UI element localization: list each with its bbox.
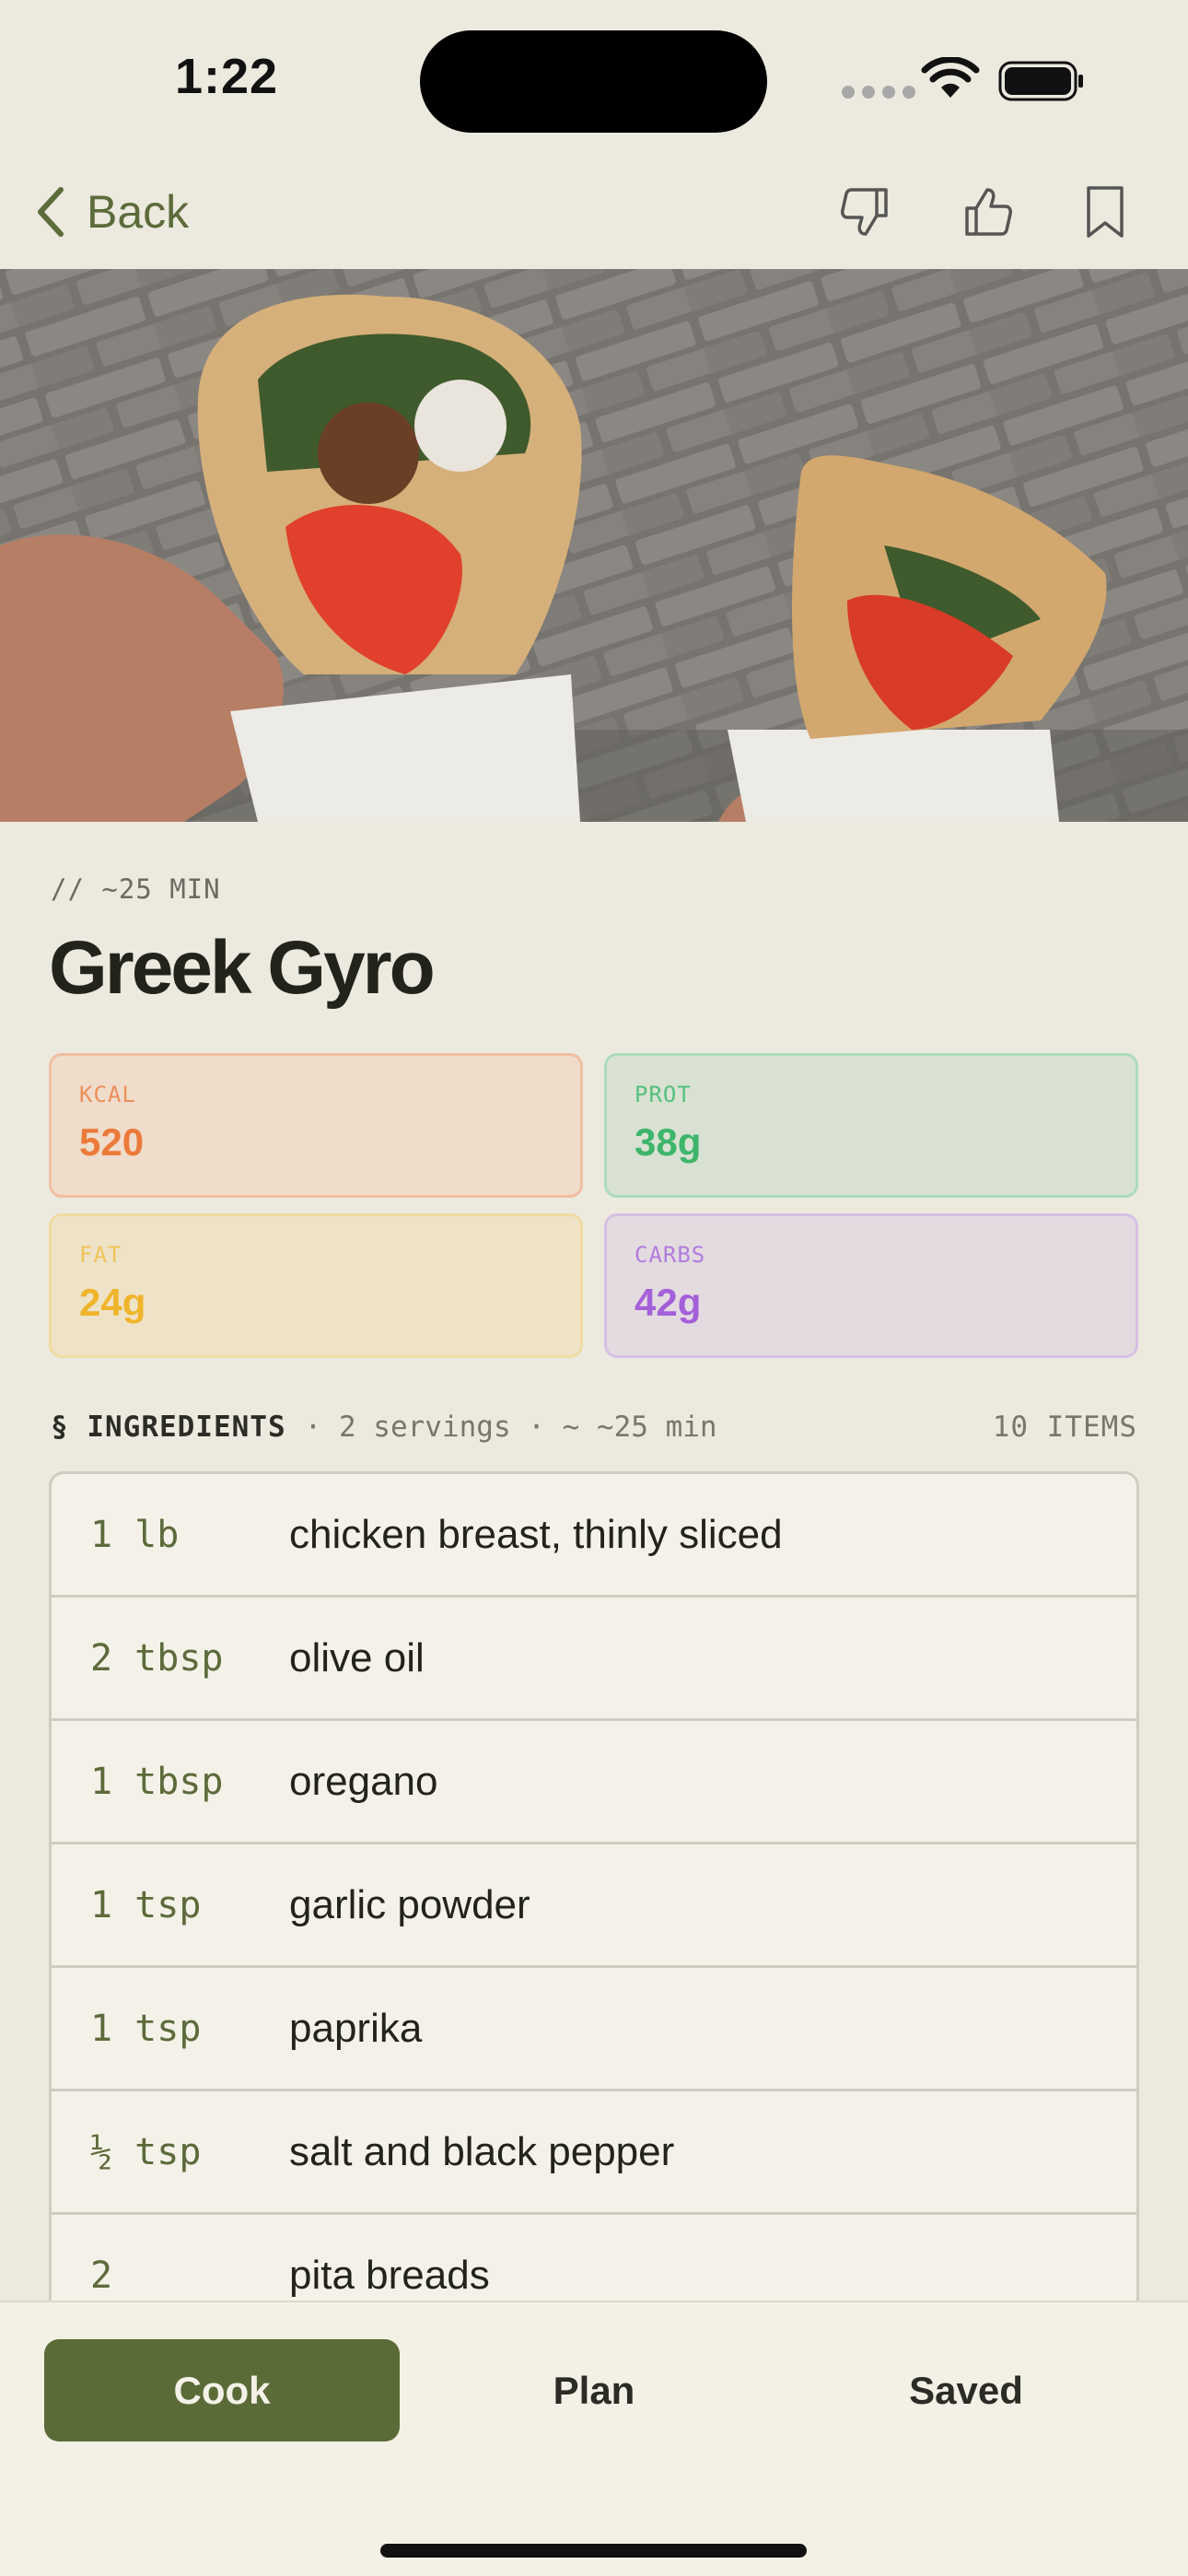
dislike-button[interactable] xyxy=(829,175,903,249)
gyro-photo xyxy=(0,269,1188,822)
ingredient-row[interactable]: 2 pita breads xyxy=(52,2215,1136,2301)
ingredient-qty: 2 tbsp xyxy=(90,1636,224,1680)
ingredients-meta: · 2 servings · ~ ~25 min xyxy=(304,1411,717,1444)
thumbs-up-icon xyxy=(965,188,1012,236)
ingredient-qty: 2 xyxy=(90,2254,113,2297)
macro-label: CARBS xyxy=(635,1242,706,1268)
ingredients-header: § INGREDIENTS · 2 servings · ~ ~25 min 1… xyxy=(51,1408,1137,1446)
ingredient-qty: 1 tsp xyxy=(90,1883,202,1926)
nav-bar: Back xyxy=(0,157,1188,269)
ingredient-row[interactable]: 2 tbsp olive oil xyxy=(52,1598,1136,1721)
status-bar: 1:22 xyxy=(0,0,1188,157)
ingredient-name: chicken breast, thinly sliced xyxy=(289,1511,783,1557)
macro-label: FAT xyxy=(79,1242,122,1268)
macro-card-carbs: CARBS 42g xyxy=(604,1213,1138,1358)
ingredient-qty: ½ tsp xyxy=(90,2130,202,2173)
tab-saved[interactable]: Saved xyxy=(788,2339,1144,2441)
signal-icon xyxy=(842,86,915,99)
like-button[interactable] xyxy=(950,175,1024,249)
macro-value: 42g xyxy=(635,1281,702,1324)
battery-icon xyxy=(998,61,1083,101)
bookmark-icon xyxy=(1087,186,1124,238)
dynamic-island xyxy=(420,30,767,133)
macro-card-fat: FAT 24g xyxy=(49,1213,583,1358)
macro-label: PROT xyxy=(635,1082,692,1107)
ingredient-row[interactable]: 1 tsp garlic powder xyxy=(52,1844,1136,1968)
macro-card-kcal: KCAL 520 xyxy=(49,1053,583,1198)
recipe-title: Greek Gyro xyxy=(49,926,436,1010)
macro-label: KCAL xyxy=(79,1082,136,1107)
ingredient-row[interactable]: 1 tbsp oregano xyxy=(52,1721,1136,1844)
tab-cook[interactable]: Cook xyxy=(44,2339,400,2441)
ingredient-row[interactable]: 1 lb chicken breast, thinly sliced xyxy=(52,1474,1136,1598)
ingredient-name: garlic powder xyxy=(289,1881,530,1927)
ingredient-qty: 1 tbsp xyxy=(90,1760,224,1803)
back-label: Back xyxy=(87,186,190,238)
cook-time-tag: // ~25 MIN xyxy=(51,873,221,905)
ingredient-name: pita breads xyxy=(289,2252,490,2298)
thumbs-down-icon xyxy=(841,188,888,236)
status-time: 1:22 xyxy=(175,49,279,104)
ingredient-qty: 1 lb xyxy=(90,1513,180,1556)
tab-bar: Cook Plan Saved xyxy=(0,2301,1188,2576)
ingredients-count: 10 ITEMS xyxy=(992,1411,1137,1444)
ingredients-list[interactable]: 1 lb chicken breast, thinly sliced 2 tbs… xyxy=(49,1471,1139,2301)
ingredient-name: oregano xyxy=(289,1758,438,1804)
wifi-icon xyxy=(921,57,980,98)
macro-value: 38g xyxy=(635,1120,702,1164)
ingredient-name: olive oil xyxy=(289,1634,425,1680)
home-indicator[interactable] xyxy=(380,2544,807,2558)
macro-card-protein: PROT 38g xyxy=(604,1053,1138,1198)
ingredients-title: § INGREDIENTS xyxy=(51,1411,286,1444)
ingredient-name: paprika xyxy=(289,2005,423,2051)
chevron-left-icon xyxy=(38,187,64,237)
hero-image xyxy=(0,269,1188,822)
bookmark-button[interactable] xyxy=(1068,175,1142,249)
ingredient-row[interactable]: ½ tsp salt and black pepper xyxy=(52,2091,1136,2215)
tab-plan[interactable]: Plan xyxy=(416,2339,772,2441)
ingredient-name: salt and black pepper xyxy=(289,2128,675,2174)
macro-value: 24g xyxy=(79,1281,146,1324)
back-button[interactable]: Back xyxy=(33,177,189,247)
ingredient-row[interactable]: 1 tsp paprika xyxy=(52,1968,1136,2091)
ingredient-qty: 1 tsp xyxy=(90,2007,202,2050)
macro-value: 520 xyxy=(79,1120,145,1164)
